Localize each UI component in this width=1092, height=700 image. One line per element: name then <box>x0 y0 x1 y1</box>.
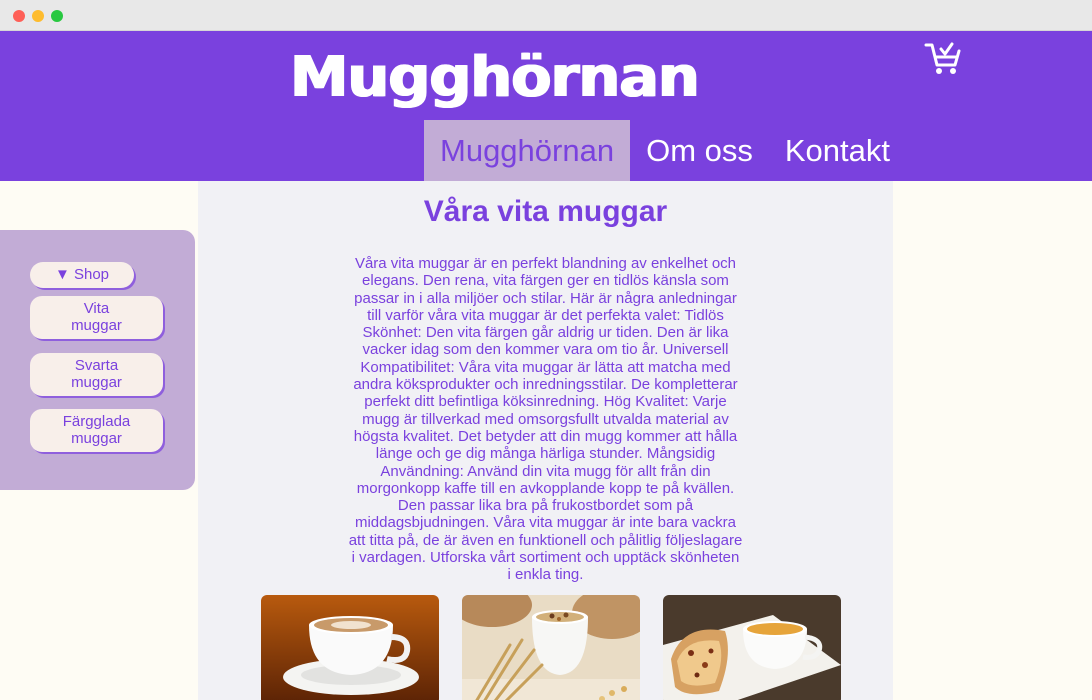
window-close-button[interactable] <box>13 10 25 22</box>
sidebar-link-svarta-muggar[interactable]: Svarta muggar <box>30 353 163 396</box>
window-minimize-button[interactable] <box>32 10 44 22</box>
intro-text: Våra vita muggar är en perfekt blandning… <box>348 255 743 584</box>
nav-item-mugghornan[interactable]: Mugghörnan <box>424 120 631 181</box>
white-cereal-mug-with-wheat-image[interactable] <box>462 595 640 700</box>
sidebar-link-label-line1: Färgglada <box>62 413 131 430</box>
nav-item-om-oss[interactable]: Om oss <box>630 120 769 181</box>
sidebar-link-vita-muggar[interactable]: Vita muggar <box>30 296 163 339</box>
triangle-down-icon: ▼ <box>54 266 70 283</box>
window-maximize-button[interactable] <box>51 10 63 22</box>
sidebar-link-label-line2: muggar <box>71 374 122 391</box>
shop-toggle-button[interactable]: ▼ Shop <box>30 262 134 288</box>
nav-item-kontakt[interactable]: Kontakt <box>769 120 906 181</box>
sidebar-link-label-line2: muggar <box>71 430 122 447</box>
shop-sidebar: ▼ Shop Vita muggar Svarta muggar Färggla… <box>0 230 195 490</box>
site-header: Mugghörnan Mugghörnan Om oss Kontakt <box>0 31 1092 181</box>
main-content: Våra vita muggar Våra vita muggar är en … <box>198 181 893 700</box>
shopping-cart-icon[interactable] <box>924 41 964 77</box>
sidebar-link-label-line1: Vita <box>83 300 110 317</box>
white-tea-cup-with-cake-image[interactable] <box>663 595 841 700</box>
shop-toggle-label: Shop <box>73 266 110 283</box>
sidebar-link-fargglada-muggar[interactable]: Färgglada muggar <box>30 409 163 452</box>
white-cappuccino-cup-image[interactable] <box>261 595 439 700</box>
main-nav: Mugghörnan Om oss Kontakt <box>424 120 906 181</box>
sidebar-link-label-line2: muggar <box>71 317 122 334</box>
page-title: Våra vita muggar <box>423 195 668 228</box>
site-logo[interactable]: Mugghörnan <box>290 43 700 113</box>
browser-chrome <box>0 0 1092 31</box>
sidebar-link-label-line1: Svarta <box>74 357 119 374</box>
